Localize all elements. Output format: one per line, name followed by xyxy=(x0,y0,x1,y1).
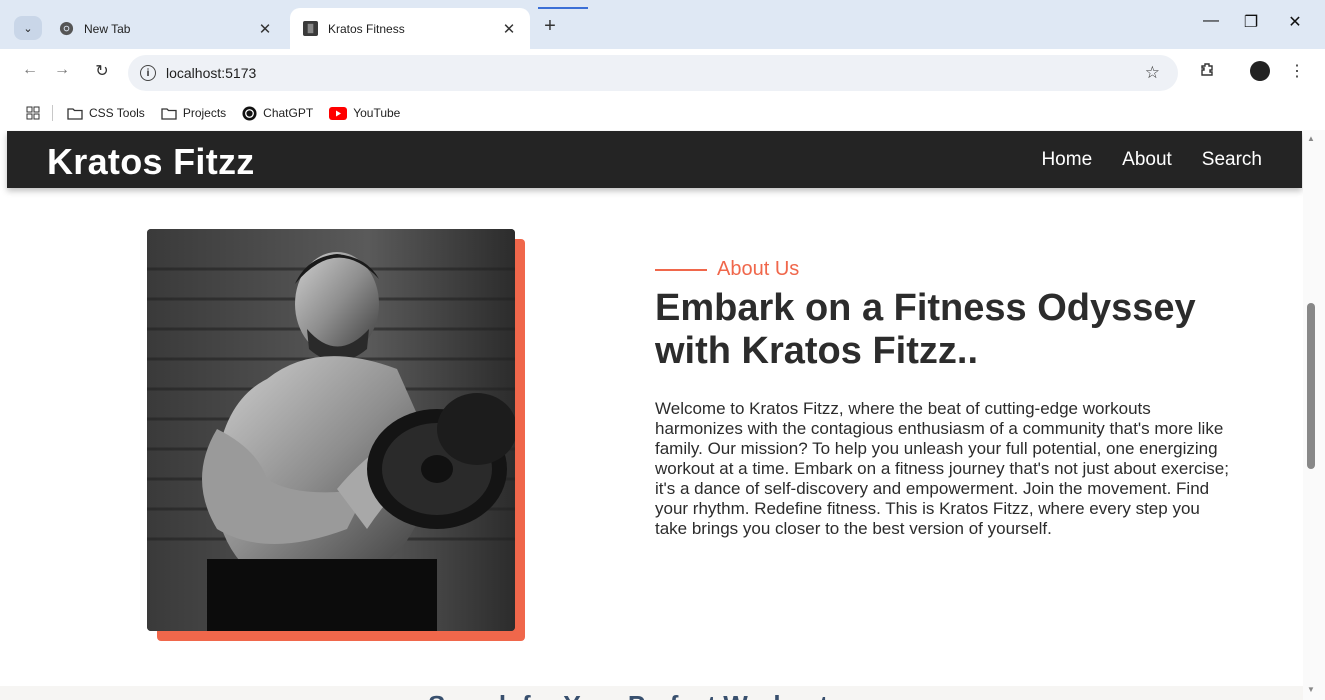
eyebrow-text: About Us xyxy=(717,258,800,280)
about-eyebrow: About Us xyxy=(655,258,1255,281)
tab-search-button[interactable]: ⌄ xyxy=(14,16,42,40)
minimize-button[interactable]: — xyxy=(1196,12,1226,30)
reload-button[interactable]: ↻ xyxy=(90,61,114,81)
browser-tab-strip: ⌄ New Tab ✕ Kratos Fitness ✕ + — ❐ ✕ xyxy=(0,0,1325,49)
bookmark-label: CSS Tools xyxy=(89,106,145,120)
tab-title: Kratos Fitness xyxy=(328,21,405,36)
folder-icon xyxy=(161,107,177,120)
nav-search-link[interactable]: Search xyxy=(1202,149,1262,171)
bookmark-star-icon[interactable]: ☆ xyxy=(1145,63,1160,83)
bookmarks-divider xyxy=(52,105,53,121)
apps-grid-icon[interactable] xyxy=(26,106,40,120)
forward-button[interactable]: → xyxy=(50,61,74,79)
extensions-icon[interactable] xyxy=(1195,61,1219,82)
bookmark-youtube[interactable]: YouTube xyxy=(329,106,400,120)
chevron-down-icon: ⌄ xyxy=(23,22,33,35)
about-headline: Embark on a Fitness Odyssey with Kratos … xyxy=(655,287,1196,372)
site-header: Kratos Fitzz Home About Search xyxy=(7,131,1302,188)
folder-icon xyxy=(67,107,83,120)
menu-kebab-icon[interactable]: ⋮ xyxy=(1285,61,1309,81)
tab-new-tab[interactable]: New Tab ✕ xyxy=(46,8,286,49)
url-text: localhost:5173 xyxy=(166,65,257,81)
search-section-title: Search for Your Perfect Workout xyxy=(428,690,828,700)
scrollbar-thumb[interactable] xyxy=(1307,303,1315,469)
close-tab-icon[interactable]: ✕ xyxy=(256,20,274,38)
scroll-down-arrow-icon[interactable]: ▼ xyxy=(1307,685,1315,694)
back-button[interactable]: ← xyxy=(18,61,42,79)
bookmark-label: ChatGPT xyxy=(263,106,314,120)
site-info-icon[interactable]: i xyxy=(140,65,156,81)
about-athlete-image xyxy=(147,229,515,631)
tab-loading-indicator xyxy=(538,7,588,9)
bookmark-projects[interactable]: Projects xyxy=(161,106,226,120)
bookmark-label: Projects xyxy=(182,106,227,120)
youtube-icon xyxy=(329,106,348,120)
chrome-icon xyxy=(58,21,74,37)
close-tab-icon[interactable]: ✕ xyxy=(500,20,518,38)
profile-avatar[interactable] xyxy=(1250,61,1270,81)
tab-kratos-fitness[interactable]: Kratos Fitness ✕ xyxy=(290,8,530,49)
close-window-button[interactable]: ✕ xyxy=(1280,12,1310,32)
chatgpt-icon xyxy=(242,105,257,121)
tab-title: New Tab xyxy=(84,21,131,36)
bookmarks-bar: CSS Tools Projects ChatGPT YouTube xyxy=(0,96,1325,130)
about-description: Welcome to Kratos Fitzz, where the beat … xyxy=(655,399,1229,538)
address-bar[interactable]: i localhost:5173 ☆ xyxy=(128,55,1178,91)
bookmark-label: YouTube xyxy=(353,106,401,120)
page-scrollbar[interactable]: ▲ ▼ xyxy=(1303,130,1325,700)
nav-about-link[interactable]: About xyxy=(1122,149,1172,171)
site-logo[interactable]: Kratos Fitzz xyxy=(47,141,255,183)
search-section: Search for Your Perfect Workout xyxy=(0,686,1303,700)
bookmark-css-tools[interactable]: CSS Tools xyxy=(67,106,145,120)
bookmark-chatgpt[interactable]: ChatGPT xyxy=(242,105,314,121)
restore-button[interactable]: ❐ xyxy=(1236,12,1266,32)
site-nav: Home About Search xyxy=(1041,149,1262,171)
nav-home-link[interactable]: Home xyxy=(1041,149,1092,171)
page-viewport: Kratos Fitzz Home About Search About Us … xyxy=(0,130,1325,700)
eyebrow-line xyxy=(655,268,707,271)
about-section: About Us Embark on a Fitness Odyssey wit… xyxy=(655,258,1255,539)
site-favicon xyxy=(302,21,318,37)
new-tab-button[interactable]: + xyxy=(538,15,562,38)
scroll-up-arrow-icon[interactable]: ▲ xyxy=(1307,134,1315,143)
browser-toolbar: ← → ↻ i localhost:5173 ☆ ⋮ xyxy=(0,49,1325,96)
